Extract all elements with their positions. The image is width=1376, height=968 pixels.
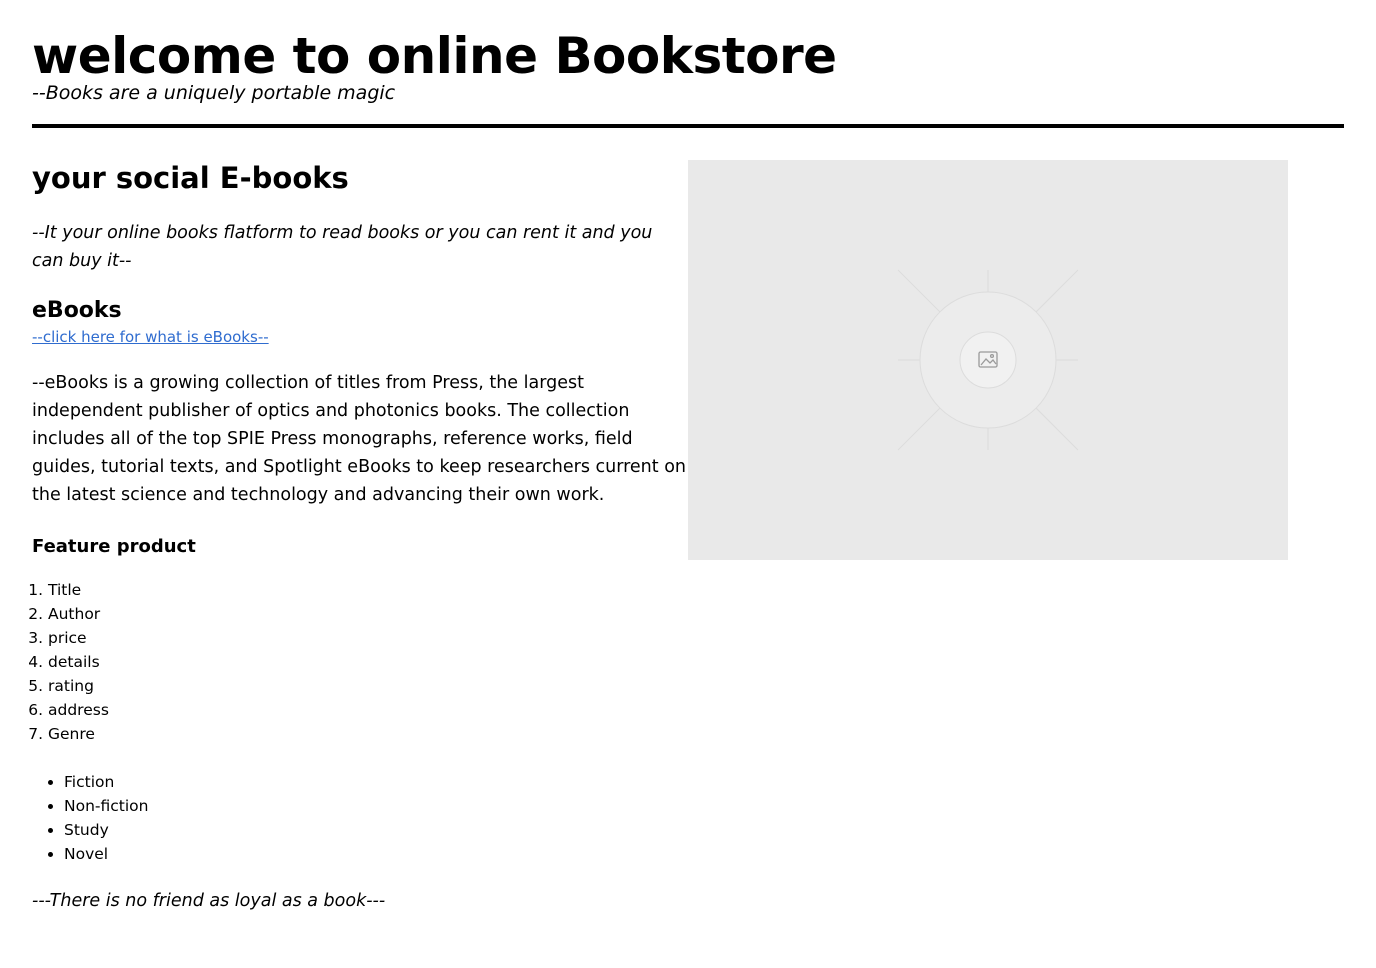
feature-list: Title Author price details rating addres…: [32, 578, 687, 746]
ebooks-heading: eBooks: [32, 297, 122, 323]
genre-item-study: Study: [64, 818, 687, 842]
feature-item-author: Author: [48, 602, 687, 626]
genre-list: Fiction Non-fiction Study Novel: [32, 770, 687, 866]
feature-item-price: price: [48, 626, 687, 650]
feature-item-rating: rating: [48, 674, 687, 698]
feature-product-heading: Feature product: [32, 535, 196, 557]
feature-item-address: address: [48, 698, 687, 722]
main-column: your social E-books --It your online boo…: [32, 158, 687, 913]
intro-text: --It your online books flatform to read …: [32, 222, 653, 271]
genre-item-non-fiction: Non-fiction: [64, 794, 687, 818]
featured-image-placeholder: [688, 160, 1288, 560]
feature-item-title: Title: [48, 578, 687, 602]
genre-item-fiction: Fiction: [64, 770, 687, 794]
page-title: welcome to online Bookstore: [32, 27, 837, 85]
feature-item-genre: Genre: [48, 722, 687, 746]
page-tagline: --Books are a uniquely portable magic: [32, 82, 396, 104]
feature-item-details: details: [48, 650, 687, 674]
what-is-ebooks-link[interactable]: --click here for what is eBooks--: [32, 328, 269, 348]
section-heading-social-ebooks: your social E-books: [32, 161, 349, 195]
header-divider: [32, 124, 1344, 128]
ebooks-description: --eBooks is a growing collection of titl…: [32, 372, 686, 505]
image-placeholder-icon: [897, 269, 1079, 451]
closing-quote: ---There is no friend as loyal as a book…: [32, 890, 386, 911]
genre-item-novel: Novel: [64, 842, 687, 866]
